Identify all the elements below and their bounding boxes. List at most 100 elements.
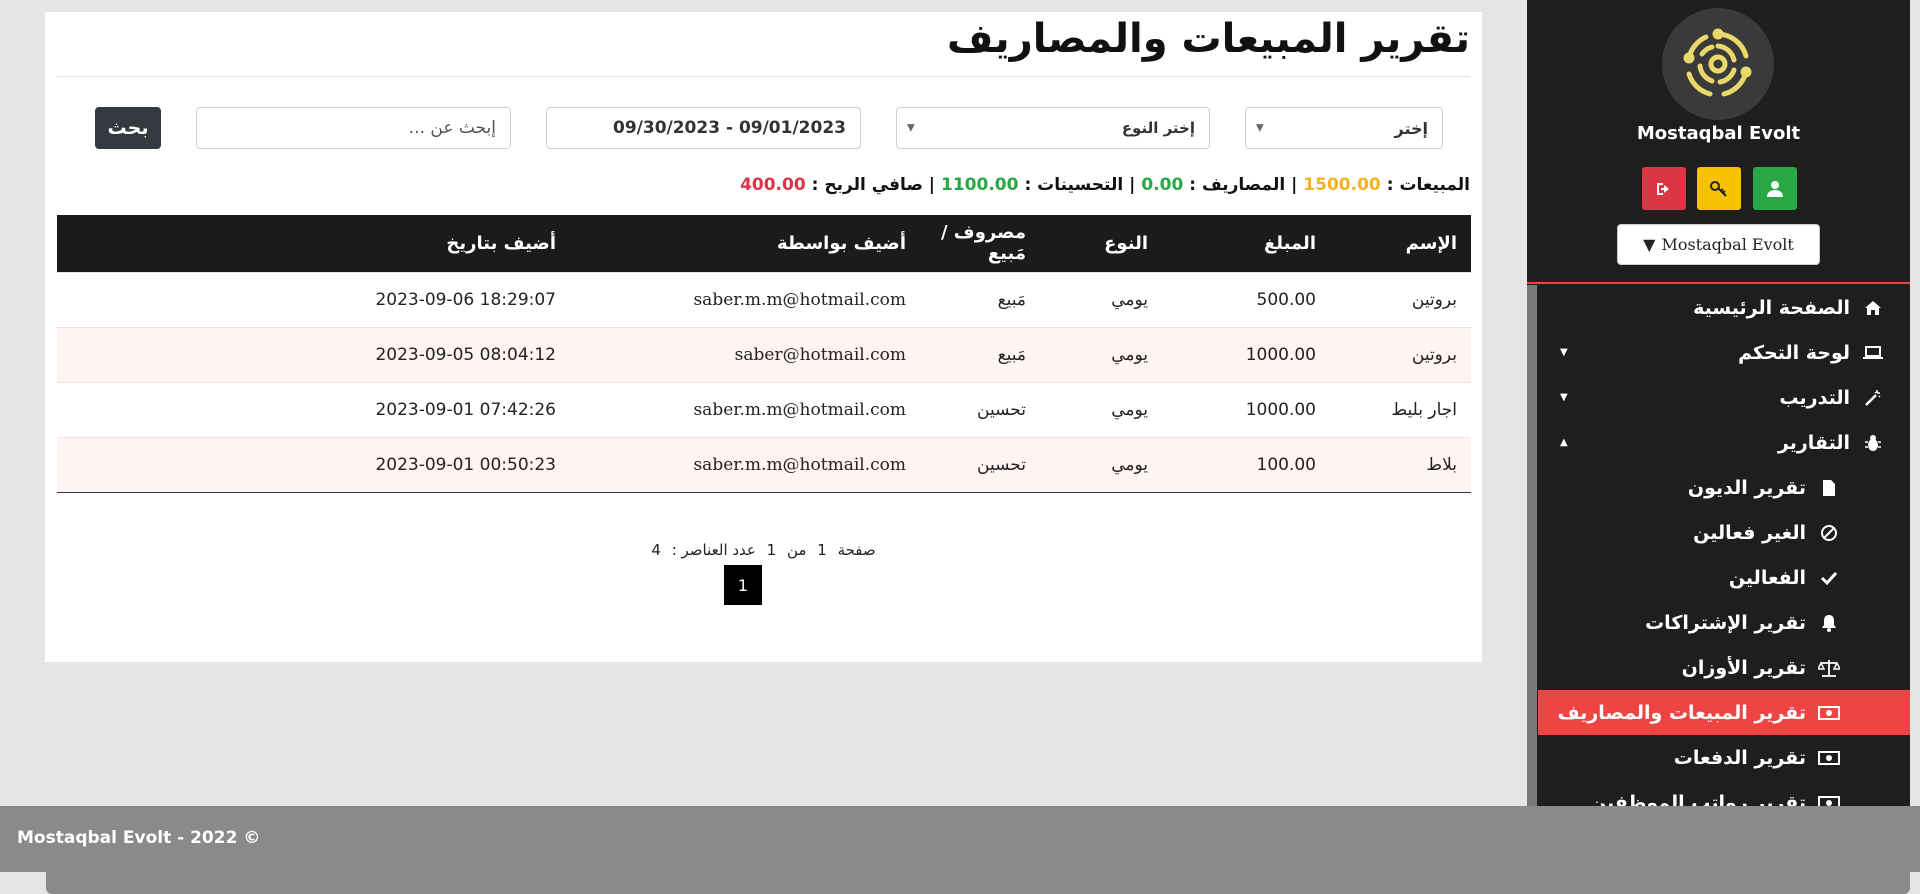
money-icon bbox=[1818, 792, 1840, 806]
sidebar-nav: الصفحة الرئيسية لوحة التحكم ▼ التدريب ▼ … bbox=[1538, 285, 1910, 806]
sidebar-item-label: تقرير الإشتراكات bbox=[1645, 611, 1806, 634]
type-select-value: إختر النوع bbox=[1121, 119, 1195, 137]
sidebar-item-subscriptions-report[interactable]: تقرير الإشتراكات bbox=[1538, 600, 1910, 645]
sidebar-divider bbox=[1527, 282, 1910, 284]
sidebar-item-reports[interactable]: التقارير ▲ bbox=[1538, 420, 1910, 465]
money-icon bbox=[1818, 702, 1840, 724]
sidebar-item-label: تقرير رواتب الموظفين bbox=[1589, 791, 1806, 807]
bell-icon bbox=[1818, 612, 1840, 634]
cell-amount: 100.00 bbox=[1162, 436, 1330, 493]
page-title: تقرير المبيعات والمصاريف bbox=[947, 16, 1470, 62]
profile-button[interactable] bbox=[1753, 167, 1797, 210]
table-header-row: الإسم المبلغ النوع مصروف / مَبيع أضيف بو… bbox=[57, 215, 1471, 272]
sidebar-item-label: تقرير المبيعات والمصاريف bbox=[1557, 701, 1806, 724]
caret-down-icon: ▼ bbox=[907, 122, 915, 134]
cell-spacer bbox=[57, 381, 220, 437]
cell-amount: 1000.00 bbox=[1162, 381, 1330, 437]
cell-type: يومي bbox=[1040, 271, 1162, 327]
column-header-type[interactable]: النوع bbox=[1040, 215, 1162, 272]
cell-added-at: 2023-09-01 00:50:23 bbox=[220, 436, 570, 493]
column-header-amount[interactable]: المبلغ bbox=[1162, 215, 1330, 272]
ban-icon bbox=[1818, 522, 1840, 544]
sidebar-item-inactive[interactable]: الغير فعالين bbox=[1538, 510, 1910, 555]
pagination-info: صفحة 1 من 1 عدد العناصر : 4 bbox=[45, 541, 1482, 559]
column-header-added-by[interactable]: أضيف بواسطة bbox=[570, 215, 920, 272]
sidebar-item-label: التقارير bbox=[1777, 431, 1850, 454]
laptop-icon bbox=[1862, 342, 1884, 364]
sidebar-scrollbar[interactable] bbox=[1527, 285, 1537, 806]
cell-category: تحسين bbox=[920, 436, 1040, 493]
select-filter-value: إختر bbox=[1394, 118, 1429, 138]
sidebar-item-dashboard[interactable]: لوحة التحكم ▼ bbox=[1538, 330, 1910, 375]
caret-down-icon: ▼ bbox=[1256, 122, 1264, 134]
sidebar-item-label: الفعالين bbox=[1728, 566, 1806, 589]
search-button[interactable]: بحث bbox=[95, 107, 161, 149]
cell-name: اجار بليط bbox=[1330, 381, 1471, 437]
page-button-1[interactable]: 1 bbox=[724, 565, 762, 605]
sidebar-item-weights-report[interactable]: تقرير الأوزان bbox=[1538, 645, 1910, 690]
table-row[interactable]: بروتين 1000.00 يومي مَبيع saber@hotmail.… bbox=[57, 326, 1471, 382]
search-input[interactable] bbox=[196, 107, 511, 149]
brand-logo-icon bbox=[1662, 8, 1774, 120]
title-divider bbox=[57, 76, 1470, 77]
profit-label: | صافي الربح : bbox=[811, 175, 935, 195]
caret-down-icon: ▼ bbox=[1643, 235, 1656, 254]
pagination-count: 4 bbox=[651, 541, 661, 559]
date-range-picker[interactable]: 09/30/2023 - 09/01/2023 bbox=[546, 107, 861, 149]
caret-down-icon: ▼ bbox=[1560, 392, 1568, 403]
change-password-button[interactable] bbox=[1697, 167, 1741, 210]
horizontal-scrollbar[interactable] bbox=[46, 872, 1910, 894]
sidebar: Mostaqbal Evolt ▼ Mostaqbal Evolt الصفحة… bbox=[1527, 0, 1910, 806]
footer: Mostaqbal Evolt - 2022 © bbox=[0, 806, 1920, 872]
cell-added-by: saber.m.m@hotmail.com bbox=[570, 436, 920, 493]
cell-spacer bbox=[57, 271, 220, 327]
sidebar-item-label: الصفحة الرئيسية bbox=[1693, 296, 1850, 319]
cell-type: يومي bbox=[1040, 436, 1162, 493]
logout-button[interactable] bbox=[1642, 167, 1686, 210]
money-icon bbox=[1818, 747, 1840, 769]
scale-icon bbox=[1818, 657, 1840, 679]
cell-type: يومي bbox=[1040, 381, 1162, 437]
bug-icon bbox=[1862, 432, 1884, 454]
cell-added-at: 2023-09-05 08:04:12 bbox=[220, 326, 570, 382]
sidebar-item-debts-report[interactable]: تقرير الديون bbox=[1538, 465, 1910, 510]
column-header-added-at[interactable]: أضيف بتاريخ bbox=[220, 215, 570, 272]
file-icon bbox=[1818, 477, 1840, 499]
sidebar-item-label: التدريب bbox=[1779, 386, 1850, 409]
table-row[interactable]: بلاط 100.00 يومي تحسين saber.m.m@hotmail… bbox=[57, 436, 1471, 493]
cell-amount: 500.00 bbox=[1162, 271, 1330, 327]
caret-up-icon: ▲ bbox=[1560, 437, 1568, 448]
table-row[interactable]: اجار بليط 1000.00 يومي تحسين saber.m.m@h… bbox=[57, 381, 1471, 437]
column-header-name[interactable]: الإسم bbox=[1330, 215, 1471, 272]
cell-added-by: saber.m.m@hotmail.com bbox=[570, 271, 920, 327]
cell-added-at: 2023-09-06 18:29:07 bbox=[220, 271, 570, 327]
expenses-value: 0.00 bbox=[1141, 175, 1184, 195]
caret-down-icon: ▼ bbox=[1560, 347, 1568, 358]
brand-name: Mostaqbal Evolt bbox=[1636, 123, 1801, 144]
column-header-category[interactable]: مصروف / مَبيع bbox=[920, 215, 1040, 272]
sidebar-item-payments-report[interactable]: تقرير الدفعات bbox=[1538, 735, 1910, 780]
sidebar-item-training[interactable]: التدريب ▼ bbox=[1538, 375, 1910, 420]
pagination-page-word: صفحة bbox=[837, 541, 876, 559]
select-filter[interactable]: إختر ▼ bbox=[1245, 107, 1443, 149]
column-header-spacer bbox=[57, 215, 220, 272]
cell-added-by: saber.m.m@hotmail.com bbox=[570, 381, 920, 437]
user-icon bbox=[1767, 180, 1783, 197]
sidebar-item-active-members[interactable]: الفعالين bbox=[1538, 555, 1910, 600]
sidebar-item-sales-expenses-report[interactable]: تقرير المبيعات والمصاريف bbox=[1538, 690, 1910, 735]
table-row[interactable]: بروتين 500.00 يومي مَبيع saber.m.m@hotma… bbox=[57, 271, 1471, 327]
cell-spacer bbox=[57, 326, 220, 382]
sidebar-item-salaries-report[interactable]: تقرير رواتب الموظفين bbox=[1538, 780, 1910, 806]
sidebar-item-label: تقرير الأوزان bbox=[1681, 656, 1806, 679]
sidebar-item-label: الغير فعالين bbox=[1693, 521, 1806, 544]
type-select[interactable]: إختر النوع ▼ bbox=[896, 107, 1210, 149]
user-dropdown[interactable]: ▼ Mostaqbal Evolt bbox=[1617, 224, 1820, 265]
sidebar-item-label: تقرير الديون bbox=[1687, 476, 1806, 499]
cell-added-at: 2023-09-01 07:42:26 bbox=[220, 381, 570, 437]
report-table: الإسم المبلغ النوع مصروف / مَبيع أضيف بو… bbox=[57, 215, 1471, 493]
cell-amount: 1000.00 bbox=[1162, 326, 1330, 382]
sidebar-item-home[interactable]: الصفحة الرئيسية bbox=[1538, 285, 1910, 330]
footer-copyright: Mostaqbal Evolt - 2022 © bbox=[17, 828, 261, 848]
cell-type: يومي bbox=[1040, 326, 1162, 382]
home-icon bbox=[1862, 297, 1884, 319]
